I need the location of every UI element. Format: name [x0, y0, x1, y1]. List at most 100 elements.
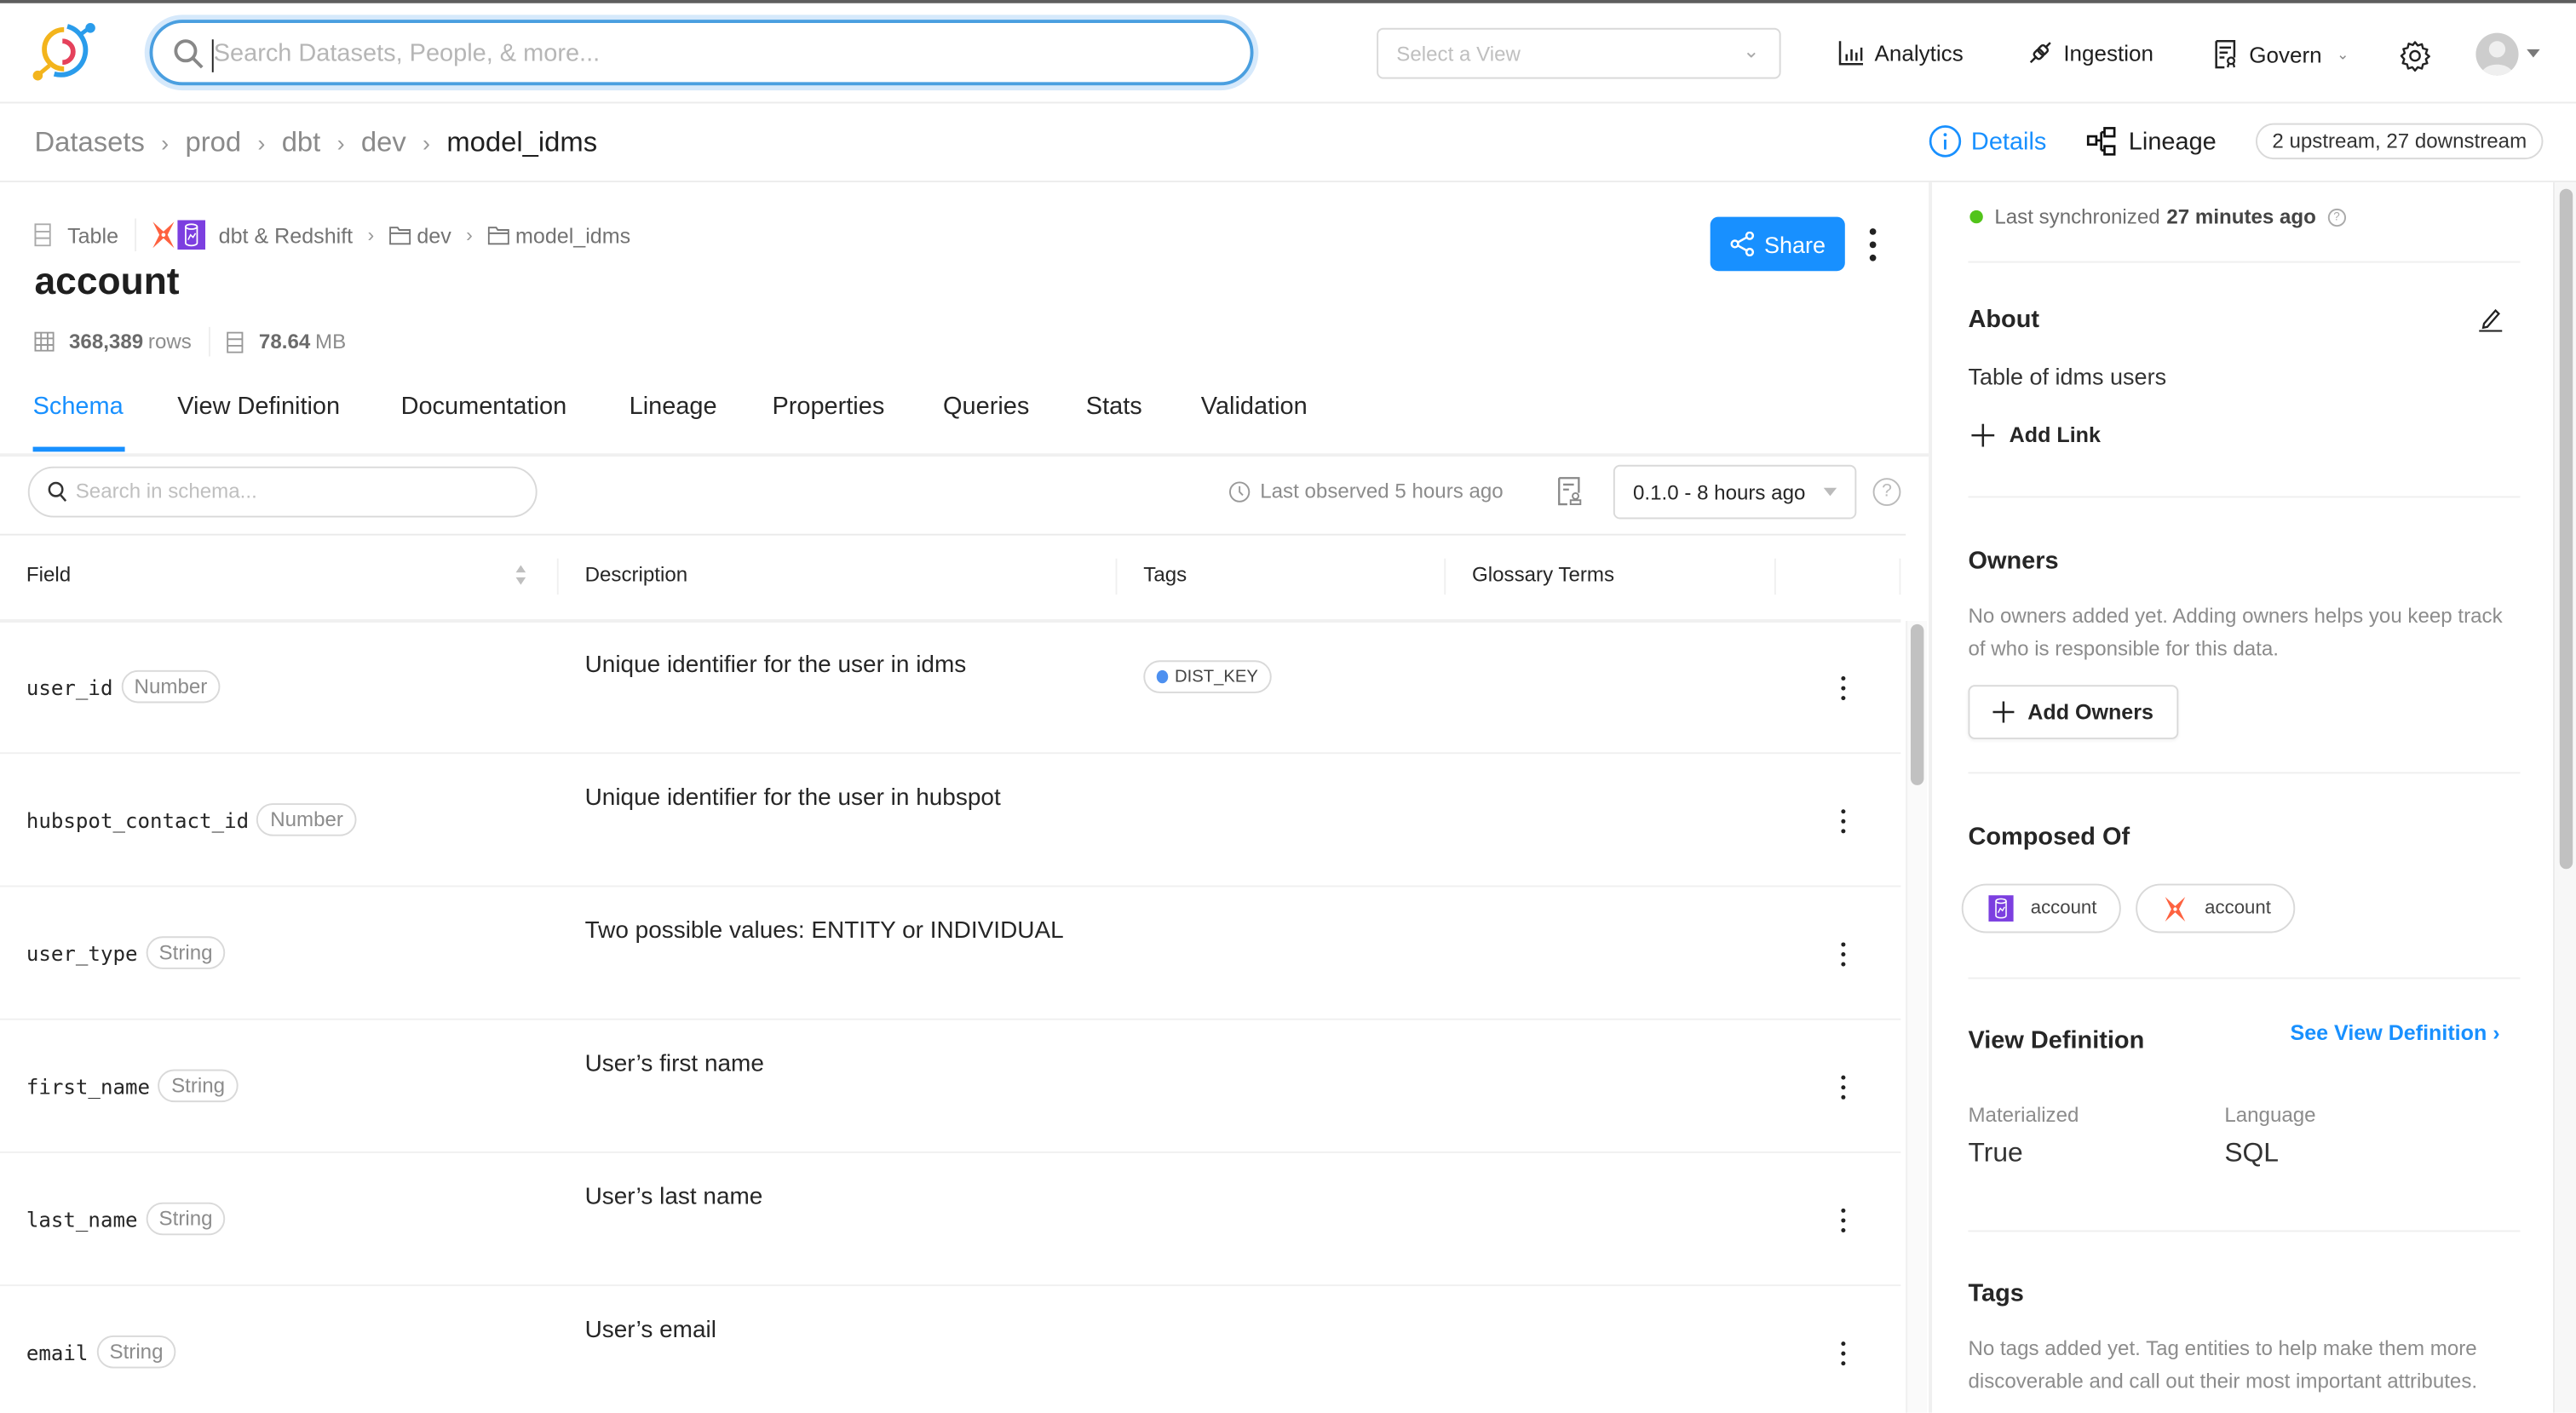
field-description[interactable]: Two possible values: ENTITY or INDIVIDUA…: [585, 918, 1064, 945]
see-view-definition-label: See View Definition: [2290, 1020, 2487, 1045]
tab-stats[interactable]: Stats: [1086, 393, 1142, 421]
field-name: user_type: [26, 940, 138, 966]
lineage-tab-label: Lineage: [2128, 127, 2217, 156]
breadcrumb: Datasets › prod › dbt › dev › model_idms: [35, 127, 598, 160]
field-type-badge: Number: [121, 669, 221, 704]
add-link-button[interactable]: Add Link: [1971, 422, 2101, 447]
scrollbar-thumb[interactable]: [1910, 623, 1924, 785]
field-description[interactable]: Unique identifier for the user in hubspo…: [585, 785, 1001, 812]
tab-properties[interactable]: Properties: [772, 393, 884, 421]
sort-icon[interactable]: [515, 564, 527, 587]
field-description[interactable]: User’s first name: [585, 1051, 764, 1077]
details-tab[interactable]: Details: [1929, 125, 2046, 158]
bar-chart-icon: [1838, 41, 1864, 66]
table-row[interactable]: email String User’s email: [0, 1286, 1900, 1413]
row-more-options-icon[interactable]: [1837, 1072, 1849, 1102]
field-description[interactable]: User’s last name: [585, 1185, 763, 1211]
plus-icon: [1971, 422, 1995, 446]
global-search-input[interactable]: Search Datasets, People, & more...: [149, 20, 1254, 86]
scrollbar-thumb[interactable]: [2559, 188, 2573, 870]
sync-status: Last synchronized 27 minutes ago ?: [1969, 205, 2346, 228]
settings-gear-icon[interactable]: [2399, 39, 2432, 72]
nav-govern[interactable]: Govern ⌄: [2213, 39, 2349, 69]
tab-schema[interactable]: Schema: [33, 393, 124, 421]
storage-size-icon: [226, 330, 243, 353]
composed-of-item[interactable]: account: [1961, 883, 2122, 933]
breadcrumb-item-dbt[interactable]: dbt: [282, 127, 321, 160]
search-icon: [48, 481, 67, 503]
see-view-definition-link[interactable]: See View Definition ›: [2290, 1020, 2499, 1045]
lineage-tab[interactable]: Lineage: [2086, 127, 2217, 157]
chevron-right-icon: ›: [161, 129, 170, 157]
top-header: Search Datasets, People, & more... Selec…: [0, 3, 2576, 104]
breadcrumb-item-dev[interactable]: dev: [361, 127, 406, 160]
field-description[interactable]: User’s email: [585, 1318, 716, 1344]
table-type-icon: [34, 223, 51, 247]
plus-icon: [1992, 701, 2015, 723]
help-icon[interactable]: ?: [1872, 478, 1901, 507]
row-more-options-icon[interactable]: [1837, 1339, 1849, 1369]
tab-documentation[interactable]: Documentation: [401, 393, 567, 421]
tab-validation[interactable]: Validation: [1201, 393, 1308, 421]
row-more-options-icon[interactable]: [1837, 807, 1849, 836]
breadcrumb-item-prod[interactable]: prod: [185, 127, 241, 160]
field-description[interactable]: Unique identifier for the user in idms: [585, 652, 967, 679]
about-title: About: [1968, 305, 2040, 334]
search-icon: [174, 39, 204, 69]
app-logo-icon[interactable]: [30, 20, 99, 85]
schema-blame-icon[interactable]: [1557, 476, 1584, 506]
field-cell: user_type String: [26, 887, 226, 1018]
nav-ingestion[interactable]: Ingestion: [2027, 39, 2153, 66]
chevron-right-icon: ›: [2493, 1020, 2500, 1045]
table-row[interactable]: first_name String User’s first name: [0, 1020, 1901, 1153]
add-owners-label: Add Owners: [2027, 699, 2153, 725]
schema-search-input[interactable]: Search in schema...: [27, 466, 538, 518]
entity-platform-path: Table dbt & Redshift › dev › model_idms: [34, 218, 630, 252]
table-row[interactable]: hubspot_contact_id Number Unique identifi…: [0, 754, 1901, 887]
lineage-counts-badge[interactable]: 2 upstream, 27 downstream: [2256, 123, 2544, 160]
table-row[interactable]: last_name String User’s last name: [0, 1153, 1901, 1287]
sidebar-scrollbar[interactable]: [2553, 182, 2576, 1413]
chevron-right-icon: ›: [336, 129, 345, 157]
add-owners-button[interactable]: Add Owners: [1968, 685, 2179, 739]
tab-view-definition[interactable]: View Definition: [177, 393, 340, 421]
breadcrumb-item-datasets[interactable]: Datasets: [35, 127, 145, 160]
language-label: Language: [2224, 1104, 2316, 1128]
version-select[interactable]: 0.1.0 - 8 hours ago: [1613, 464, 1857, 520]
caret-down-icon: [1823, 487, 1837, 497]
tab-queries[interactable]: Queries: [943, 393, 1029, 421]
tag-badge[interactable]: DIST_KEY: [1143, 660, 1272, 693]
row-more-options-icon[interactable]: [1837, 1206, 1849, 1236]
field-cell: first_name String: [26, 1020, 239, 1152]
view-select[interactable]: Select a View ⌄: [1377, 27, 1781, 79]
row-count: 368,389: [69, 330, 144, 353]
row-more-options-icon[interactable]: [1837, 939, 1849, 969]
last-observed-text: Last observed 5 hours ago: [1260, 480, 1504, 503]
avatar-dropdown-caret-icon[interactable]: [2527, 49, 2540, 58]
nav-analytics[interactable]: Analytics: [1838, 39, 1964, 66]
chevron-right-icon: ›: [367, 223, 375, 247]
share-button[interactable]: Share: [1710, 216, 1845, 272]
container-dev[interactable]: dev: [417, 222, 451, 247]
breadcrumb-item-current[interactable]: model_idms: [446, 127, 597, 160]
composed-of-item-name: account: [2205, 898, 2271, 919]
table-row[interactable]: user_id Number Unique identifier for the …: [0, 621, 1901, 755]
tab-lineage[interactable]: Lineage: [630, 393, 717, 421]
schema-table-scrollbar[interactable]: [1906, 621, 1928, 1413]
field-cell: hubspot_contact_id Number: [26, 754, 357, 885]
owners-empty-text: No owners added yet. Adding owners helps…: [1968, 604, 2503, 660]
table-row[interactable]: user_type String Two possible values: ENT…: [0, 887, 1901, 1020]
column-header-field[interactable]: Field: [26, 564, 71, 587]
field-cell: last_name String: [26, 1153, 226, 1284]
field-name: hubspot_contact_id: [26, 807, 250, 832]
materialized-value: True: [1968, 1138, 2023, 1169]
user-avatar[interactable]: [2475, 32, 2519, 76]
container-model-idms[interactable]: model_idms: [515, 222, 630, 247]
row-more-options-icon[interactable]: [1837, 674, 1849, 704]
composed-of-item[interactable]: account: [2136, 883, 2296, 933]
help-icon[interactable]: ?: [2327, 207, 2346, 227]
platform-name[interactable]: dbt & Redshift: [219, 222, 353, 247]
field-name: email: [26, 1339, 89, 1364]
edit-pencil-icon[interactable]: [2477, 306, 2504, 332]
more-options-icon[interactable]: [1860, 225, 1886, 264]
